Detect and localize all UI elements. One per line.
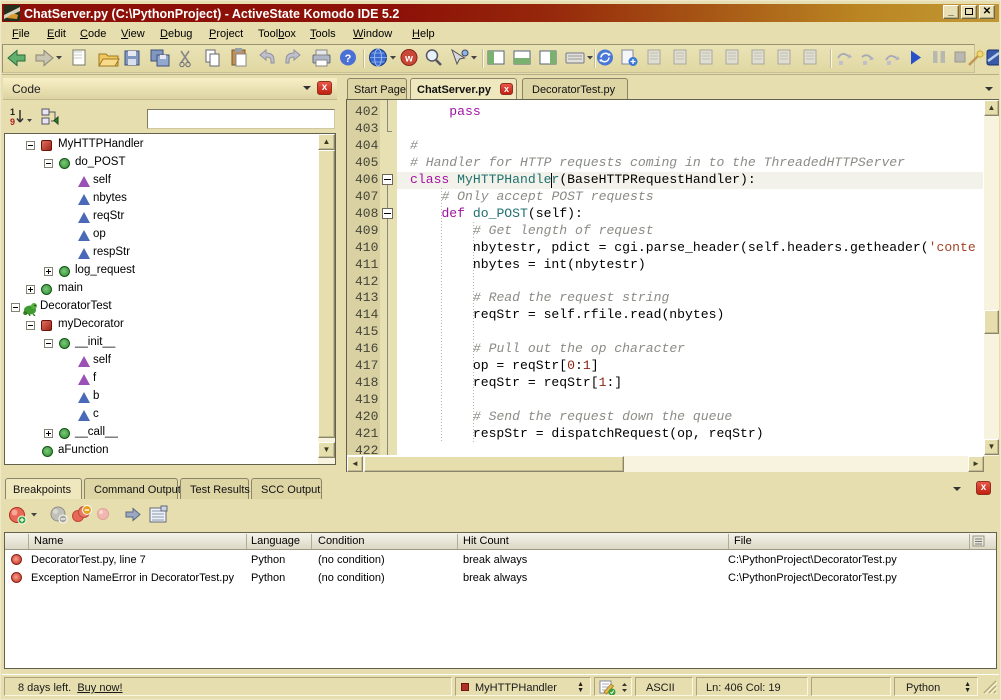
svg-text:w: w	[404, 54, 413, 65]
svg-text:9: 9	[10, 117, 15, 127]
svg-text:1: 1	[10, 107, 15, 117]
svg-text:?: ?	[345, 53, 352, 65]
